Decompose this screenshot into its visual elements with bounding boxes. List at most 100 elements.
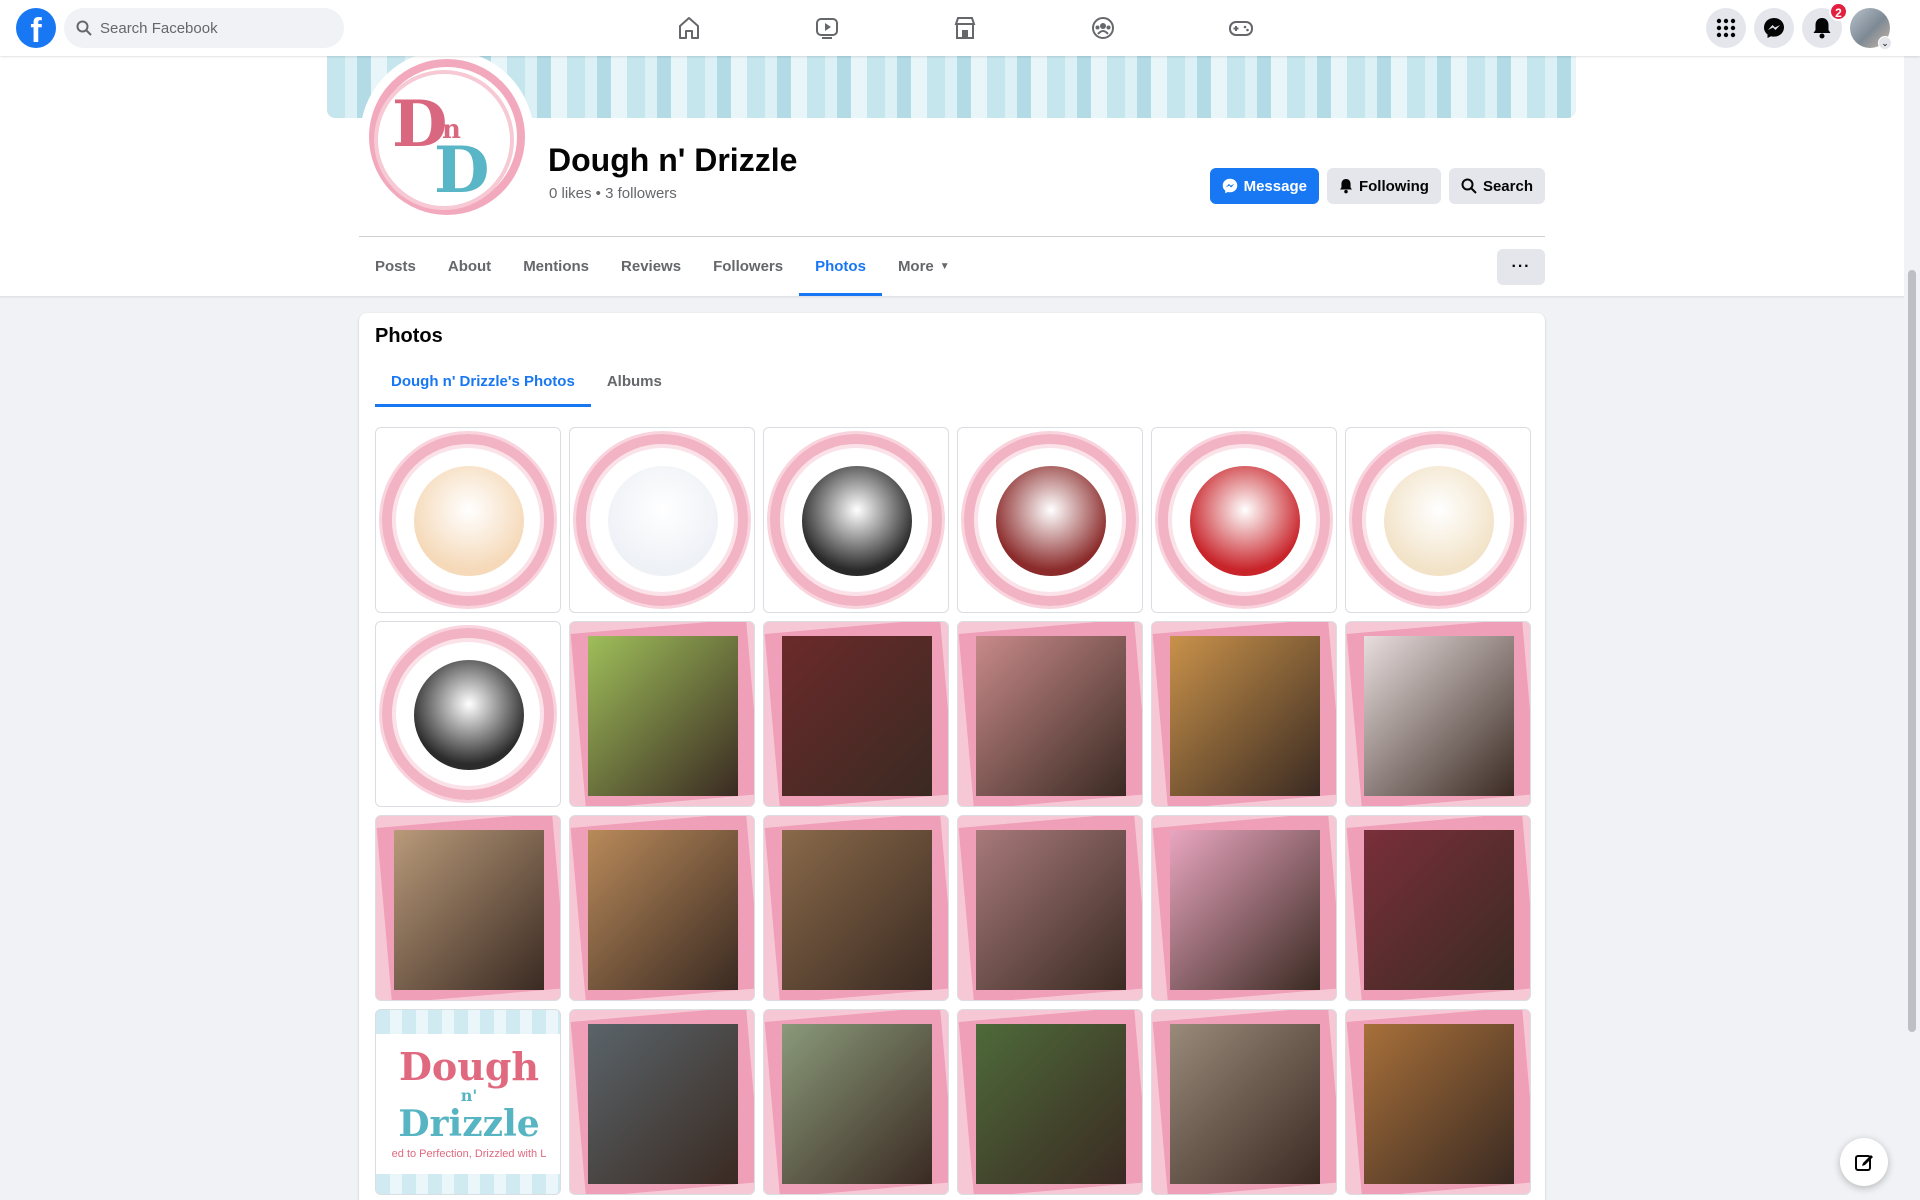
photo-thumbnail: [588, 636, 738, 796]
photo-tile[interactable]: [375, 621, 561, 807]
photo-tile[interactable]: [1345, 815, 1531, 1001]
photo-tile[interactable]: [1345, 1009, 1531, 1195]
following-button[interactable]: Following: [1326, 168, 1441, 204]
logo-graphic: Dough n' Drizzle ed to Perfection, Drizzled…: [376, 1034, 560, 1174]
photo-tile[interactable]: [763, 621, 949, 807]
tab-albums[interactable]: Albums: [591, 355, 678, 407]
search-facebook-box[interactable]: [64, 8, 344, 48]
message-button-label: Message: [1243, 177, 1307, 195]
photo-tile[interactable]: [569, 815, 755, 1001]
nav-gaming-tab[interactable]: [1172, 0, 1310, 56]
marketplace-icon: [954, 17, 976, 39]
photo-tile[interactable]: [957, 621, 1143, 807]
new-message-button[interactable]: [1840, 1138, 1888, 1186]
grid-menu-icon: [1716, 18, 1736, 38]
page-title: Dough n' Drizzle: [548, 142, 798, 178]
bell-icon: [1340, 179, 1352, 194]
nav-watch-tab[interactable]: [758, 0, 896, 56]
chevron-down-icon: ⌄: [1878, 36, 1892, 50]
facebook-logo-icon[interactable]: f: [16, 8, 56, 48]
tab-followers[interactable]: Followers: [697, 237, 799, 296]
photo-tile[interactable]: [569, 621, 755, 807]
photo-thumbnail: [782, 830, 932, 990]
photo-thumbnail: [976, 1024, 1126, 1184]
nav-home-tab[interactable]: [620, 0, 758, 56]
photo-thumbnail: [782, 1024, 932, 1184]
search-icon: [1461, 178, 1477, 194]
photo-tile[interactable]: [569, 427, 755, 613]
photo-thumbnail: [414, 466, 524, 576]
caret-down-icon: ▼: [939, 261, 950, 272]
messenger-icon: [1764, 18, 1784, 38]
photo-tile[interactable]: [1151, 621, 1337, 807]
photo-thumbnail: [1364, 830, 1514, 990]
photo-tile[interactable]: [1151, 427, 1337, 613]
photo-thumbnail: [996, 466, 1106, 576]
search-input[interactable]: [100, 19, 320, 37]
svg-text:D: D: [434, 133, 490, 208]
photo-thumbnail: [1384, 466, 1494, 576]
photo-thumbnail: [976, 830, 1126, 990]
search-icon: [76, 20, 92, 36]
photo-tile[interactable]: [1151, 815, 1337, 1001]
logo-tagline: ed to Perfection, Drizzled with L: [391, 1148, 547, 1160]
page-header: D n D Dough n' Drizzle 0 likes • 3 follo…: [0, 50, 1904, 296]
account-controls: 2 ⌄: [1706, 2, 1892, 50]
bell-icon: [1813, 18, 1831, 39]
tab-posts[interactable]: Posts: [359, 237, 432, 296]
profile-picture[interactable]: D n D: [360, 50, 534, 224]
photos-card: Photos Dough n' Drizzle's Photos Albums …: [359, 313, 1545, 1200]
page-actions: Message Following Search: [1209, 168, 1545, 204]
photo-tile[interactable]: [569, 1009, 755, 1195]
photo-tile[interactable]: [957, 427, 1143, 613]
photo-thumbnail: [414, 660, 524, 770]
message-button[interactable]: Message: [1209, 168, 1319, 204]
photo-tile[interactable]: [1345, 427, 1531, 613]
photo-thumbnail: [588, 830, 738, 990]
tab-reviews[interactable]: Reviews: [605, 237, 697, 296]
photo-tile[interactable]: [763, 815, 949, 1001]
photos-heading: Photos: [375, 325, 443, 347]
photo-tile[interactable]: [957, 1009, 1143, 1195]
photo-thumbnail: [802, 466, 912, 576]
messenger-button[interactable]: [1754, 8, 1794, 48]
photo-tile[interactable]: [1151, 1009, 1337, 1195]
more-options-button[interactable]: ···: [1497, 249, 1545, 285]
page-stats: 0 likes • 3 followers: [549, 185, 677, 202]
photo-tile[interactable]: [1345, 621, 1531, 807]
main-nav: [620, 0, 1310, 56]
photo-thumbnail: [1364, 636, 1514, 796]
photo-tile[interactable]: Dough n' Drizzle ed to Perfection, Drizzled…: [375, 1009, 561, 1195]
photo-grid: Dough n' Drizzle ed to Perfection, Drizzled…: [375, 427, 1531, 1195]
tab-about[interactable]: About: [432, 237, 507, 296]
page-scrollbar[interactable]: [1904, 56, 1920, 1200]
photo-tile[interactable]: [375, 427, 561, 613]
tab-photos[interactable]: Photos: [799, 237, 882, 296]
tab-more[interactable]: More ▼: [882, 237, 966, 296]
photo-thumbnail: [1364, 1024, 1514, 1184]
following-button-label: Following: [1358, 177, 1429, 195]
notifications-button[interactable]: 2: [1802, 2, 1848, 48]
photo-thumbnail: [1190, 466, 1300, 576]
top-navbar: f 2 ⌄: [0, 0, 1920, 56]
tab-more-label: More: [897, 258, 934, 275]
nav-marketplace-tab[interactable]: [896, 0, 1034, 56]
page-search-button[interactable]: Search: [1448, 168, 1545, 204]
logo-word-drizzle: Drizzle: [398, 1103, 540, 1145]
photo-thumbnail: [588, 1024, 738, 1184]
tab-mentions[interactable]: Mentions: [507, 237, 605, 296]
photo-thumbnail: [976, 636, 1126, 796]
logo-word-dough: Dough: [398, 1044, 540, 1089]
scrollbar-thumb[interactable]: [1908, 270, 1916, 1032]
photo-tile[interactable]: [375, 815, 561, 1001]
photo-tile[interactable]: [957, 815, 1143, 1001]
menu-button[interactable]: [1706, 8, 1746, 48]
photo-tile[interactable]: [763, 427, 949, 613]
messenger-icon: [1222, 178, 1237, 194]
account-avatar[interactable]: ⌄: [1850, 8, 1892, 50]
photo-tile[interactable]: [763, 1009, 949, 1195]
notification-count-badge: 2: [1829, 2, 1848, 21]
tab-page-photos[interactable]: Dough n' Drizzle's Photos: [375, 355, 591, 407]
nav-groups-tab[interactable]: [1034, 0, 1172, 56]
photo-thumbnail: [608, 466, 718, 576]
